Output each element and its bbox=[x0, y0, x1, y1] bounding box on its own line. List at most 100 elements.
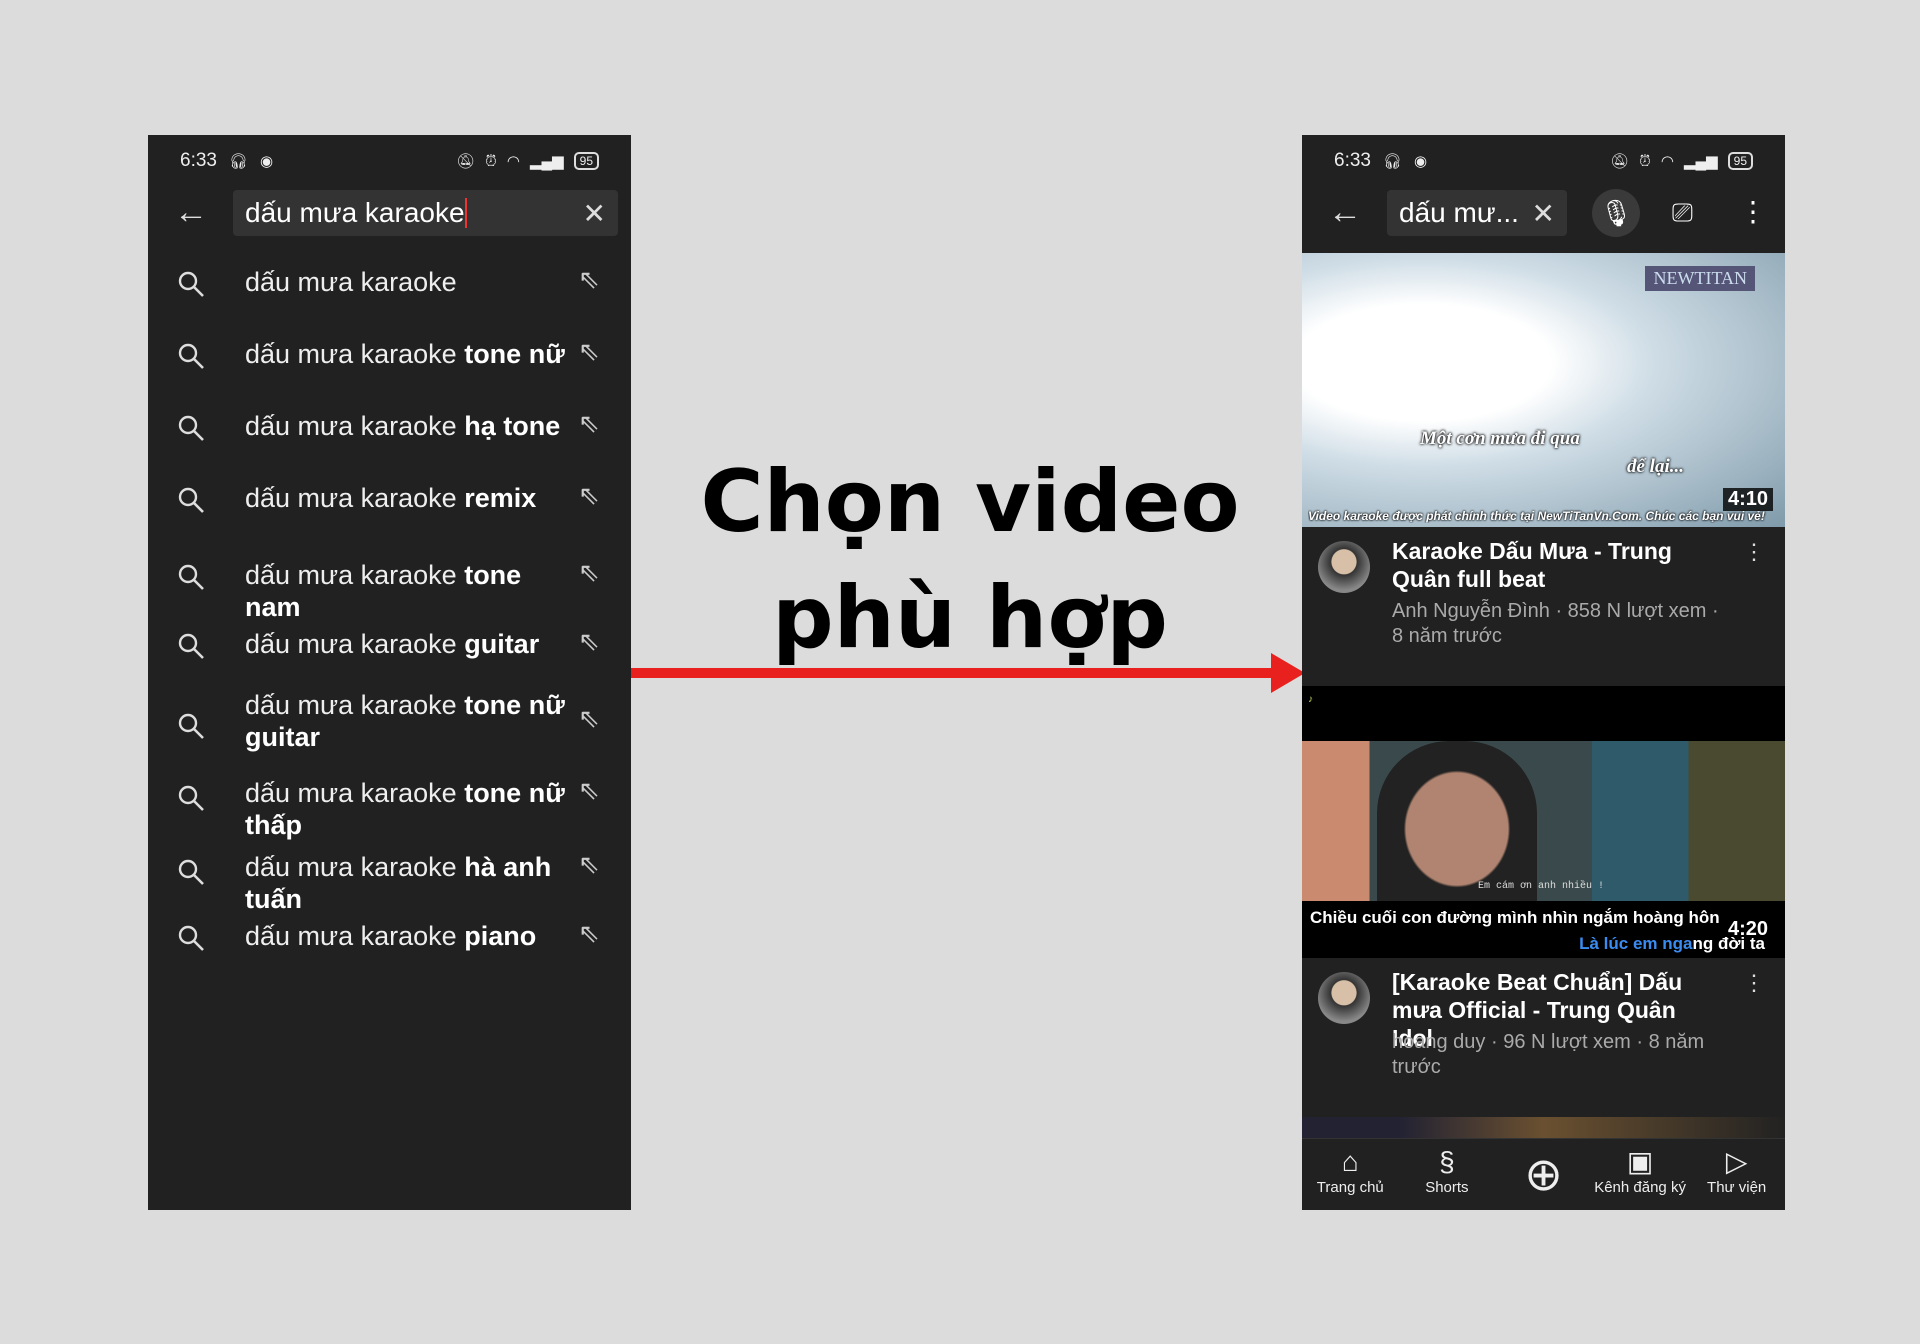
suggestion-text: dấu mưa karaoke guitar bbox=[245, 629, 540, 659]
search-suggestion[interactable]: dấu mưa karaoke remix ⇖ bbox=[148, 478, 631, 518]
video-meta: hoang duy · 96 N lượt xem · 8 năm trước bbox=[1392, 1031, 1705, 1078]
fill-query-arrow-icon[interactable]: ⇖ bbox=[578, 408, 600, 439]
search-suggestion[interactable]: dấu mưa karaoke piano ⇖ bbox=[148, 916, 631, 956]
annotation-line-1: Chọn video bbox=[700, 452, 1240, 552]
status-time: 6:33 bbox=[1334, 150, 1371, 171]
alarm-icon: ⏰︎ bbox=[485, 152, 497, 170]
cast-button[interactable]: ⎚ bbox=[1672, 197, 1693, 229]
search-icon bbox=[178, 415, 204, 441]
library-icon: ▷ bbox=[1725, 1146, 1748, 1177]
video-thumbnail-1[interactable]: NEWTITAN Một cơn mưa đi qua để lại... Vi… bbox=[1302, 253, 1785, 527]
signal-icon: ▂▄▆ bbox=[1683, 153, 1718, 170]
more-options-button[interactable]: ⋮ bbox=[1739, 195, 1767, 228]
thumb-lyric: Chiều cuối con đường mình nhìn ngắm hoàn… bbox=[1310, 908, 1720, 927]
search-input-value: dấu mưa karaoke bbox=[245, 197, 465, 228]
video-info-2[interactable]: [Karaoke Beat Chuẩn] Dấu mưa Official - … bbox=[1302, 958, 1785, 1118]
video-duration: 4:10 bbox=[1722, 488, 1773, 511]
nav-label: Shorts bbox=[1425, 1179, 1469, 1196]
back-button[interactable]: ← bbox=[174, 195, 208, 229]
video-thumbnail-2[interactable]: ♪ Em cám ơn anh nhiều ! Chiều cuối con đ… bbox=[1302, 686, 1785, 958]
search-icon bbox=[178, 925, 204, 951]
nav-item-trang-chủ[interactable]: ⌂ Trang chủ bbox=[1302, 1139, 1399, 1210]
fill-query-arrow-icon[interactable]: ⇖ bbox=[578, 557, 600, 588]
search-input[interactable]: dấu mư... ✕ bbox=[1387, 190, 1567, 236]
subscriptions-icon: ▣ bbox=[1626, 1146, 1654, 1177]
signal-icon: ▂▄▆ bbox=[529, 153, 564, 170]
suggestion-text: dấu mưa karaoke hạ tone bbox=[245, 411, 561, 441]
mute-icon: 🔕︎ bbox=[456, 153, 476, 170]
suggestion-text: dấu mưa karaoke tone nữ bbox=[245, 339, 565, 369]
microphone-icon: 🎙︎ bbox=[1599, 198, 1633, 228]
nav-item-kênh-đăng-ký[interactable]: ▣ Kênh đăng ký bbox=[1592, 1139, 1689, 1210]
battery-icon: 95 bbox=[1727, 152, 1753, 170]
status-time: 6:33 bbox=[180, 150, 217, 171]
search-input-value: dấu mư... bbox=[1399, 197, 1519, 228]
nav-label: Kênh đăng ký bbox=[1594, 1179, 1686, 1196]
video-duration: 4:20 bbox=[1727, 918, 1768, 940]
nav-label: Trang chủ bbox=[1316, 1179, 1384, 1196]
fill-query-arrow-icon[interactable]: ⇖ bbox=[578, 775, 600, 806]
video-meta: Anh Nguyễn Đình · 858 N lượt xem · 8 năm… bbox=[1392, 600, 1719, 647]
thumb-subtitle: Em cám ơn anh nhiều ! bbox=[1478, 881, 1605, 892]
more-vert-icon: ⋮ bbox=[1739, 196, 1767, 227]
thumb-lyric: Một cơn mưa đi qua bbox=[1420, 428, 1580, 449]
video-more-button[interactable]: ⋮ bbox=[1743, 970, 1765, 996]
search-input[interactable]: dấu mưa karaoke ✕ bbox=[233, 190, 618, 236]
cast-icon: ⎚ bbox=[1672, 197, 1693, 227]
text-cursor bbox=[464, 198, 467, 228]
search-icon bbox=[178, 271, 204, 297]
nav-label: Thư viện bbox=[1707, 1179, 1767, 1196]
search-icon bbox=[178, 785, 204, 811]
channel-avatar[interactable] bbox=[1318, 972, 1370, 1024]
annotation-line-2: phù hợp bbox=[772, 568, 1168, 668]
wifi-icon: ◠ bbox=[506, 153, 520, 170]
fill-query-arrow-icon[interactable]: ⇖ bbox=[578, 703, 600, 734]
search-suggestion[interactable]: dấu mưa karaoke ⇖ bbox=[148, 262, 631, 302]
search-suggestion[interactable]: dấu mưa karaoke tone nữ ⇖ bbox=[148, 334, 631, 374]
search-icon bbox=[178, 343, 204, 369]
nav-item-create[interactable]: ⊕ bbox=[1495, 1139, 1592, 1210]
search-suggestion[interactable]: dấu mưa karaoke guitar ⇖ bbox=[148, 624, 631, 664]
search-icon bbox=[178, 859, 204, 885]
fill-query-arrow-icon[interactable]: ⇖ bbox=[578, 918, 600, 949]
fill-query-arrow-icon[interactable]: ⇖ bbox=[578, 336, 600, 367]
search-suggestion[interactable]: dấu mưa karaoke hạ tone ⇖ bbox=[148, 406, 631, 446]
fill-query-arrow-icon[interactable]: ⇖ bbox=[578, 480, 600, 511]
thumb-footer: Video karaoke được phát chính thức tại N… bbox=[1308, 509, 1765, 523]
battery-icon: 95 bbox=[573, 152, 599, 170]
search-suggestion[interactable]: dấu mưa karaoke tone nữ thấp ⇖ bbox=[148, 773, 631, 840]
suggestion-text: dấu mưa karaoke bbox=[245, 267, 457, 297]
back-button[interactable]: ← bbox=[1328, 195, 1362, 229]
fill-query-arrow-icon[interactable]: ⇖ bbox=[578, 264, 600, 295]
app-icon: ◉ bbox=[1414, 153, 1428, 170]
search-suggestions-screen: 6:33 🎧︎ ◉ 🔕︎ ⏰︎ ◠ ▂▄▆ 95 ← dấu mưa karaoke ✕… bbox=[148, 135, 631, 1210]
search-suggestion[interactable]: dấu mưa karaoke tone nữ guitar ⇖ bbox=[148, 690, 631, 752]
channel-avatar[interactable] bbox=[1318, 541, 1370, 593]
suggestion-text: dấu mưa karaoke tone nữ guitar bbox=[245, 690, 565, 752]
headphones-icon: 🎧︎ bbox=[1382, 153, 1403, 170]
video-more-button[interactable]: ⋮ bbox=[1743, 539, 1765, 565]
nav-item-shorts[interactable]: § Shorts bbox=[1399, 1139, 1496, 1210]
fill-query-arrow-icon[interactable]: ⇖ bbox=[578, 849, 600, 880]
search-suggestion[interactable]: dấu mưa karaoke tone nam ⇖ bbox=[148, 555, 631, 622]
video-thumbnail-3[interactable] bbox=[1302, 1117, 1785, 1139]
search-results-screen: 6:33 🎧︎ ◉ 🔕︎ ⏰︎ ◠ ▂▄▆ 95 ← dấu mư... ✕ 🎙︎ ⎚ … bbox=[1302, 135, 1785, 1210]
fill-query-arrow-icon[interactable]: ⇖ bbox=[578, 626, 600, 657]
bottom-navigation: ⌂ Trang chủ § Shorts ⊕ ▣ Kênh đăng ký ▷ Thư viện bbox=[1302, 1138, 1785, 1210]
video-title[interactable]: Karaoke Dấu Mưa - Trung Quân full beat bbox=[1392, 537, 1722, 593]
search-icon bbox=[178, 713, 204, 739]
suggestion-text: dấu mưa karaoke tone nam bbox=[245, 560, 522, 622]
mute-icon: 🔕︎ bbox=[1610, 153, 1630, 170]
suggestion-text: dấu mưa karaoke piano bbox=[245, 921, 537, 951]
clear-search-button[interactable]: ✕ bbox=[583, 197, 606, 230]
search-icon bbox=[178, 633, 204, 659]
voice-search-button[interactable]: 🎙︎ bbox=[1592, 189, 1640, 237]
status-bar: 6:33 🎧︎ ◉ 🔕︎ ⏰︎ ◠ ▂▄▆ 95 bbox=[148, 135, 631, 187]
arrow-head bbox=[1271, 653, 1305, 693]
app-icon: ◉ bbox=[260, 153, 274, 170]
search-suggestion[interactable]: dấu mưa karaoke hà anh tuấn ⇖ bbox=[148, 847, 631, 914]
clear-search-button[interactable]: ✕ bbox=[1532, 197, 1555, 230]
search-icon bbox=[178, 487, 204, 513]
status-bar: 6:33 🎧︎ ◉ 🔕︎ ⏰︎ ◠ ▂▄▆ 95 bbox=[1302, 135, 1785, 187]
nav-item-thư-viện[interactable]: ▷ Thư viện bbox=[1688, 1139, 1785, 1210]
